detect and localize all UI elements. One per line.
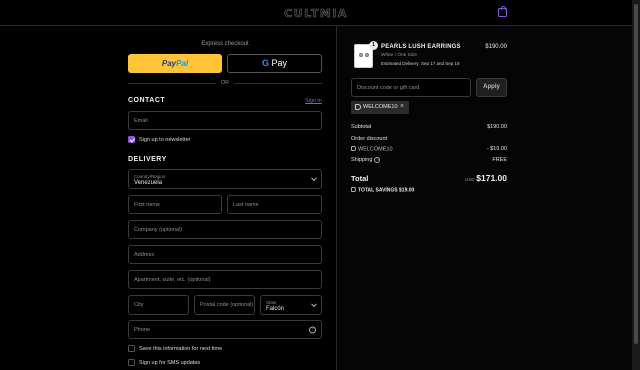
first-name-field[interactable]: First name <box>128 195 222 214</box>
address-placeholder: Address <box>134 251 155 258</box>
product-price: $190.00 <box>485 44 507 50</box>
applied-code: WELCOME10 <box>363 104 398 110</box>
savings-value: $19.00 <box>399 187 415 194</box>
subtotal-value: $190.00 <box>487 124 507 130</box>
state-label: State <box>266 300 277 305</box>
total-label: Total <box>351 174 369 183</box>
product-name: PEARLS LUSH EARRINGS <box>381 44 461 50</box>
state-value: Falcón <box>266 306 285 312</box>
google-g-icon: G <box>261 58 269 68</box>
last-name-placeholder: Last name <box>233 201 259 208</box>
tag-icon <box>355 104 361 110</box>
google-pay-button[interactable]: G Pay <box>227 54 322 73</box>
company-placeholder: Company (optional) <box>134 226 182 233</box>
newsletter-label: Sign up to newsletter <box>139 137 191 143</box>
chevron-down-icon <box>311 175 317 182</box>
city-field[interactable]: City <box>128 295 189 315</box>
discount-code-text: WELCOME10 <box>358 146 393 153</box>
scrollbar[interactable] <box>632 0 640 370</box>
column-divider <box>336 26 337 370</box>
earring-image-right <box>365 53 369 57</box>
discount-value: - $19.00 <box>486 146 507 152</box>
total-savings: TOTAL SAVINGS $19.00 <box>351 187 414 194</box>
save-info-label: Save this information for next time <box>139 346 223 352</box>
phone-placeholder: Phone <box>134 326 150 333</box>
help-circle-icon[interactable]: ? <box>374 157 381 163</box>
country-value: Venezuela <box>134 180 163 186</box>
apply-discount-button[interactable]: Apply <box>476 78 507 97</box>
apartment-field[interactable]: Apartment, suite, etc. (optional) <box>128 270 322 289</box>
discount-placeholder: Discount code or gift card <box>357 84 420 91</box>
order-discount-label: Order discount <box>351 136 388 142</box>
country-label: Country/Region <box>134 174 166 179</box>
shopping-bag-icon[interactable] <box>498 5 507 17</box>
product-delivery-estimate: Estimated Delivery: Sep 17 and Sep 18 <box>381 61 460 66</box>
paypal-logo-pay: Pay <box>161 59 177 68</box>
sms-label: Sign up for SMS updates <box>139 360 201 366</box>
country-select[interactable]: Country/Region Venezuela <box>128 169 322 189</box>
applied-discount-chip: WELCOME10 × <box>351 101 409 114</box>
tag-icon <box>351 187 356 192</box>
paypal-button[interactable]: PayPal <box>128 54 222 73</box>
sms-checkbox[interactable] <box>128 359 135 366</box>
newsletter-checkbox[interactable] <box>128 136 135 143</box>
or-text: OR <box>216 80 234 86</box>
earring-image-left <box>359 53 363 57</box>
remove-discount-icon[interactable]: × <box>400 103 404 110</box>
scrollbar-thumb[interactable] <box>634 4 638 344</box>
header: CULTMIA <box>0 0 632 26</box>
shipping-label: Shipping <box>351 157 373 163</box>
email-placeholder: Email <box>134 117 148 124</box>
phone-field[interactable]: Phone ? <box>128 320 322 339</box>
currency-code: USD <box>465 177 475 182</box>
chevron-down-icon <box>311 301 317 308</box>
total-amount: USD $171.00 <box>440 173 507 183</box>
company-field[interactable]: Company (optional) <box>128 220 322 239</box>
express-checkout-title: Express checkout <box>201 41 249 47</box>
shipping-line: Shipping? <box>351 157 381 163</box>
save-info-checkbox[interactable] <box>128 345 135 352</box>
paypal-logo-pal: Pal <box>176 59 189 68</box>
store-logo[interactable]: CULTMIA <box>0 7 632 21</box>
savings-label: TOTAL SAVINGS <box>358 187 398 194</box>
postal-code-placeholder: Postal code (optional) <box>200 302 254 308</box>
total-value: $171.00 <box>476 173 507 183</box>
google-pay-label: Pay <box>269 58 288 68</box>
last-name-field[interactable]: Last name <box>227 195 322 214</box>
state-select[interactable]: State Falcón <box>260 295 322 315</box>
email-field[interactable]: Email <box>128 111 322 130</box>
discount-code-line: WELCOME10 <box>351 146 393 153</box>
discount-code-input[interactable]: Discount code or gift card <box>351 78 471 97</box>
apartment-placeholder: Apartment, suite, etc. (optional) <box>134 276 211 283</box>
first-name-placeholder: First name <box>134 201 160 208</box>
contact-heading: CONTACT <box>128 97 166 104</box>
tag-icon <box>351 146 356 151</box>
subtotal-label: Subtotal <box>351 124 372 130</box>
shipping-value: FREE <box>492 157 507 163</box>
postal-code-field[interactable]: Postal code (optional) <box>194 295 255 315</box>
delivery-heading: DELIVERY <box>128 156 167 163</box>
product-variant: White / One Size <box>381 53 417 58</box>
address-field[interactable]: Address <box>128 245 322 264</box>
city-placeholder: City <box>134 302 144 308</box>
help-circle-icon[interactable]: ? <box>309 326 316 333</box>
quantity-badge: 1 <box>369 41 378 50</box>
sign-in-link[interactable]: Sign in <box>305 98 322 104</box>
